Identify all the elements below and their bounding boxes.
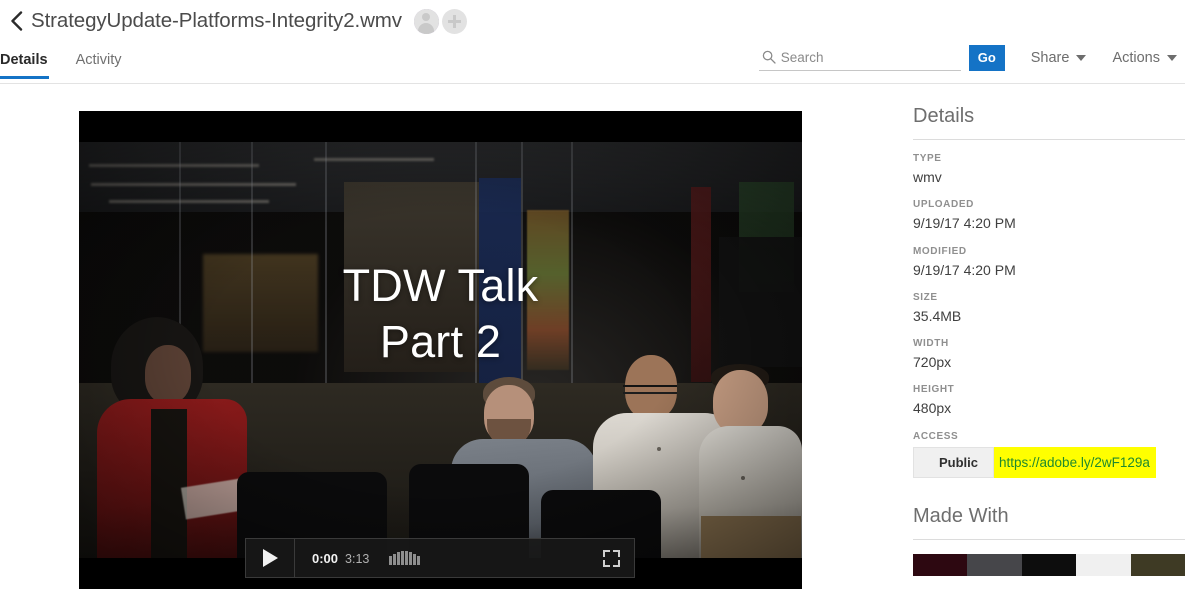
access-public-button[interactable]: Public <box>913 446 995 478</box>
metadata-row-size: SIZE 35.4MB <box>913 291 1185 326</box>
details-heading: Details <box>913 105 975 127</box>
metadata-list: TYPE wmv UPLOADED 9/19/17 4:20 PM MODIFI… <box>913 152 1185 478</box>
actions-menu-button[interactable]: Actions <box>1112 50 1177 66</box>
metadata-label: SIZE <box>913 291 938 303</box>
chevron-down-icon <box>1167 54 1177 61</box>
tab-details[interactable]: Details <box>0 42 49 79</box>
color-swatch[interactable] <box>1130 553 1185 576</box>
video-player[interactable]: TDW Talk Part 2 0:00 3:13 <box>79 111 802 589</box>
search-input[interactable] <box>780 49 949 65</box>
search-field[interactable] <box>758 44 961 71</box>
time-display: 0:00 3:13 <box>312 551 369 566</box>
toolbar: Go Share Actions <box>758 44 1177 71</box>
actions-menu-label: Actions <box>1112 49 1160 66</box>
metadata-label: WIDTH <box>913 338 949 350</box>
page-header: StrategyUpdate-Platforms-Integrity2.wmv <box>0 0 1185 42</box>
access-controls: Public https://adobe.ly/2wF129a <box>913 446 1185 478</box>
tab-activity[interactable]: Activity <box>76 42 122 79</box>
scene-light <box>314 158 434 161</box>
page-title: StrategyUpdate-Platforms-Integrity2.wmv <box>31 9 402 32</box>
metadata-row-height: HEIGHT 480px <box>913 383 1185 418</box>
metadata-row-access: ACCESS Public https://adobe.ly/2wF129a <box>913 430 1185 478</box>
metadata-label: TYPE <box>913 153 942 164</box>
metadata-value: 9/19/17 4:20 PM <box>913 215 1016 232</box>
collaborator-avatar-placeholder[interactable] <box>413 8 439 34</box>
share-url-link[interactable]: https://adobe.ly/2wF129a <box>994 446 1156 478</box>
video-poster-frame <box>79 142 802 558</box>
header-divider <box>0 83 1185 84</box>
details-divider <box>913 139 1185 140</box>
metadata-value: 35.4MB <box>913 307 962 324</box>
play-button[interactable] <box>246 539 295 577</box>
video-controls-bar: 0:00 3:13 <box>245 538 635 578</box>
sub-toolbar: Details Activity Go Share Actions <box>0 42 1185 84</box>
chevron-down-icon <box>1076 54 1087 61</box>
tab-list: Details Activity <box>0 42 149 79</box>
scene-mullion <box>475 142 477 392</box>
scene-mullion <box>521 142 523 392</box>
scene-mullion <box>325 142 327 412</box>
search-go-button[interactable]: Go <box>968 44 1005 71</box>
color-swatch-strip <box>913 553 1185 576</box>
made-with-heading: Made With <box>913 504 1009 527</box>
metadata-row-uploaded: UPLOADED 9/19/17 4:20 PM <box>913 198 1185 233</box>
metadata-row-width: WIDTH 720px <box>913 337 1185 372</box>
scene-dark-right <box>719 237 802 367</box>
play-icon <box>262 549 278 567</box>
color-swatch[interactable] <box>1076 553 1131 576</box>
scene-light <box>91 183 296 186</box>
current-time: 0:00 <box>312 550 339 566</box>
scene-mullion <box>571 142 573 387</box>
metadata-row-modified: MODIFIED 9/19/17 4:20 PM <box>913 245 1185 280</box>
volume-bars-icon[interactable] <box>389 551 420 565</box>
back-chevron-icon[interactable] <box>2 6 30 36</box>
fullscreen-icon[interactable] <box>603 549 620 567</box>
scene-banner-red <box>691 187 711 382</box>
scene-light <box>89 164 259 167</box>
file-detail-page: StrategyUpdate-Platforms-Integrity2.wmv … <box>0 0 1185 613</box>
metadata-value: 9/19/17 4:20 PM <box>913 261 1016 278</box>
color-swatch[interactable] <box>913 553 968 576</box>
color-swatch[interactable] <box>1021 553 1077 576</box>
duration-time: 3:13 <box>345 551 370 566</box>
metadata-row-type: TYPE wmv <box>913 152 1185 187</box>
add-collaborator-icon[interactable] <box>441 8 467 34</box>
color-swatch[interactable] <box>967 553 1022 576</box>
scene-person-panelist-3 <box>699 364 802 558</box>
scene-light <box>109 200 269 203</box>
metadata-label: MODIFIED <box>913 245 967 257</box>
search-icon <box>762 50 776 64</box>
metadata-value: wmv <box>913 169 942 185</box>
share-menu-label: Share <box>1030 49 1070 66</box>
metadata-label: UPLOADED <box>913 199 974 211</box>
details-panel: Details TYPE wmv UPLOADED 9/19/17 4:20 P… <box>913 105 1185 613</box>
metadata-label: HEIGHT <box>913 384 955 396</box>
made-with-divider <box>913 538 1185 540</box>
collaborator-avatars <box>413 8 467 34</box>
scene-banner-art <box>527 210 569 370</box>
metadata-value: 480px <box>913 400 952 417</box>
scene-wall <box>344 182 479 372</box>
share-menu-button[interactable]: Share <box>1031 50 1087 66</box>
access-label: ACCESS <box>913 430 959 442</box>
metadata-value: 720px <box>913 354 952 371</box>
